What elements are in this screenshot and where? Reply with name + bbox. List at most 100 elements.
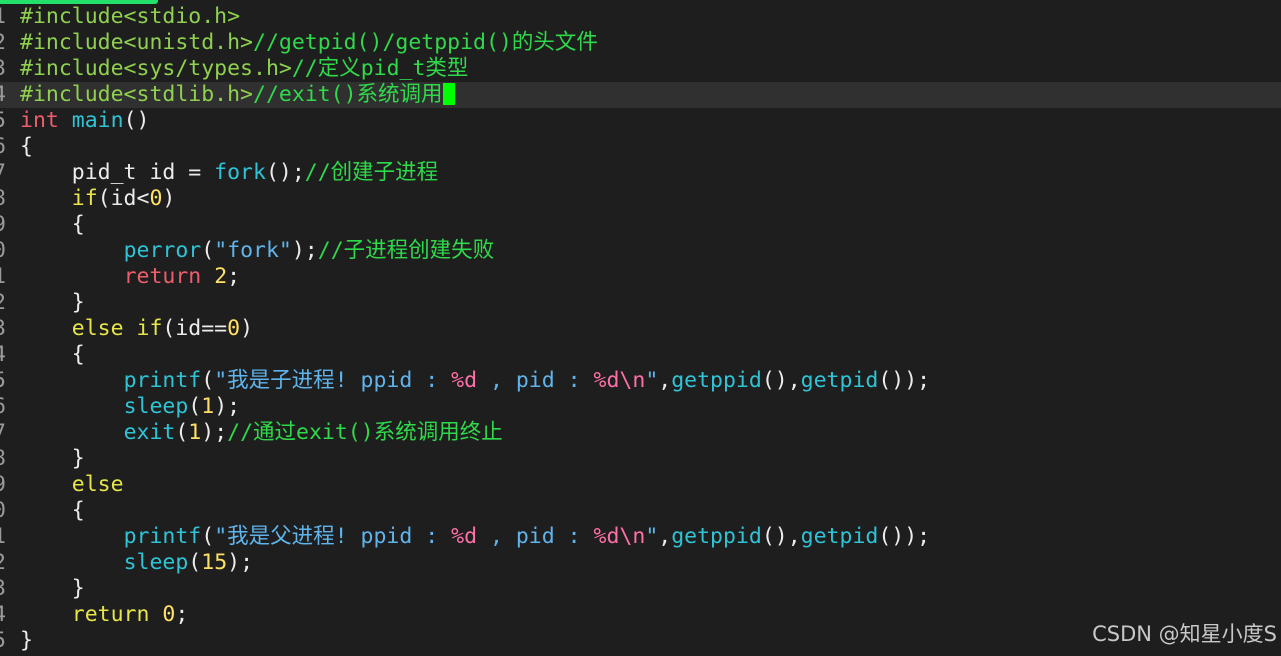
- code-editor[interactable]: 1 #include<stdio.h> 2 #include<unistd.h>//g…: [0, 0, 1281, 656]
- code-token: (: [201, 238, 215, 263]
- line-number: 0: [0, 498, 6, 524]
- code-token: 2: [214, 264, 228, 289]
- code-line[interactable]: 6{: [0, 134, 1281, 160]
- code-line[interactable]: 3 else if(id==0): [0, 316, 1281, 342]
- line-number: 3: [0, 316, 6, 342]
- code-token: #include<stdio.h>: [20, 4, 241, 29]
- code-token: (: [201, 524, 215, 549]
- code-token: //exit()系统调用: [253, 82, 443, 107]
- code-line[interactable]: 9 else: [0, 472, 1281, 498]
- code-token: sleep: [123, 550, 189, 575]
- code-token: }: [20, 576, 85, 601]
- line-number: 5: [0, 368, 6, 394]
- line-number: 7: [0, 160, 6, 186]
- code-token: ): [162, 186, 176, 211]
- code-token: 0: [227, 316, 241, 341]
- code-line[interactable]: 4 #include<stdlib.h>//exit()系统调用: [0, 82, 1281, 108]
- code-token: printf: [123, 524, 202, 549]
- code-text: {: [20, 212, 85, 238]
- code-line[interactable]: 2 }: [0, 290, 1281, 316]
- code-line[interactable]: 5 printf("我是子进程! ppid : %d , pid : %d\n"…: [0, 368, 1281, 394]
- code-text: exit(1);//通过exit()系统调用终止: [20, 420, 503, 446]
- code-text: }: [20, 446, 85, 472]
- code-token: );: [201, 420, 228, 445]
- code-line[interactable]: 0 {: [0, 498, 1281, 524]
- code-token: printf: [123, 368, 202, 393]
- line-number: 2: [0, 550, 6, 576]
- line-number: 1: [0, 264, 6, 290]
- code-token: (: [175, 420, 189, 445]
- code-token: }: [20, 290, 85, 315]
- code-token: "我是子进程! ppid :: [214, 368, 452, 393]
- code-token: getpid: [800, 368, 879, 393]
- code-line[interactable]: 0 perror("fork");//子进程创建失败: [0, 238, 1281, 264]
- code-token: {: [20, 134, 33, 159]
- code-token: ": [645, 524, 659, 549]
- code-text: sleep(1);: [20, 394, 241, 420]
- code-token: (id<: [97, 186, 150, 211]
- code-line[interactable]: 3 }: [0, 576, 1281, 602]
- code-token: //创建子进程: [304, 160, 439, 185]
- code-token: ());: [878, 524, 931, 549]
- code-line[interactable]: 1 #include<stdio.h>: [0, 4, 1281, 30]
- line-number: 8: [0, 446, 6, 472]
- code-line[interactable]: 1 return 2;: [0, 264, 1281, 290]
- code-token: //定义pid_t类型: [291, 56, 469, 81]
- code-line[interactable]: 5 int main(): [0, 108, 1281, 134]
- code-token: );: [227, 550, 254, 575]
- watermark: CSDN @知星小度S: [1092, 622, 1277, 646]
- line-number: 4: [0, 82, 6, 108]
- line-number: 2: [0, 290, 6, 316]
- code-token: ;: [227, 264, 241, 289]
- code-line[interactable]: 1 printf("我是父进程! ppid : %d , pid : %d\n"…: [0, 524, 1281, 550]
- code-line[interactable]: 6 sleep(1);: [0, 394, 1281, 420]
- code-line[interactable]: 4 return 0;: [0, 602, 1281, 628]
- code-token: ,: [658, 368, 672, 393]
- code-line[interactable]: 7 exit(1);//通过exit()系统调用终止: [0, 420, 1281, 446]
- code-token: ": [645, 368, 659, 393]
- code-line[interactable]: 2 sleep(15);: [0, 550, 1281, 576]
- code-line[interactable]: 7 pid_t id = fork();//创建子进程: [0, 160, 1281, 186]
- code-token: %d: [451, 524, 478, 549]
- code-token: #include<stdlib.h>: [20, 82, 253, 107]
- code-line[interactable]: 8 if(id<0): [0, 186, 1281, 212]
- code-line[interactable]: 9 {: [0, 212, 1281, 238]
- code-token: return: [123, 264, 202, 289]
- code-text: sleep(15);: [20, 550, 253, 576]
- code-token: }: [20, 446, 85, 471]
- code-text: perror("fork");//子进程创建失败: [20, 238, 495, 264]
- code-text: else if(id==0): [20, 316, 253, 342]
- code-line[interactable]: 8 }: [0, 446, 1281, 472]
- code-text: #include<stdio.h>: [20, 4, 240, 30]
- code-line[interactable]: 5}: [0, 628, 1281, 654]
- line-number: 5: [0, 108, 6, 134]
- code-text: #include<sys/types.h>//定义pid_t类型: [20, 56, 468, 82]
- code-token: //通过exit()系统调用终止: [227, 420, 503, 445]
- code-token: return: [71, 602, 150, 627]
- line-number: 2: [0, 30, 6, 56]
- code-line[interactable]: 3 #include<sys/types.h>//定义pid_t类型: [0, 56, 1281, 82]
- code-token: 0: [149, 186, 163, 211]
- code-token: ());: [878, 368, 931, 393]
- code-token: %d\n: [593, 524, 646, 549]
- code-text: pid_t id = fork();//创建子进程: [20, 160, 438, 186]
- code-token: 0: [162, 602, 176, 627]
- line-number: 1: [0, 4, 6, 30]
- code-token: );: [214, 394, 241, 419]
- code-token: (: [201, 368, 215, 393]
- code-token: //getpid()/getppid()的头文件: [253, 30, 598, 55]
- code-token: if: [71, 186, 98, 211]
- code-token: (: [188, 550, 202, 575]
- line-number: 1: [0, 524, 6, 550]
- code-text: return 2;: [20, 264, 241, 290]
- code-line[interactable]: 4 {: [0, 342, 1281, 368]
- code-line[interactable]: 2 #include<unistd.h>//getpid()/getppid()的…: [0, 30, 1281, 56]
- code-token: 1: [201, 394, 215, 419]
- code-token: //子进程创建失败: [317, 238, 495, 263]
- code-token: , pid :: [477, 524, 594, 549]
- code-text: {: [20, 134, 33, 160]
